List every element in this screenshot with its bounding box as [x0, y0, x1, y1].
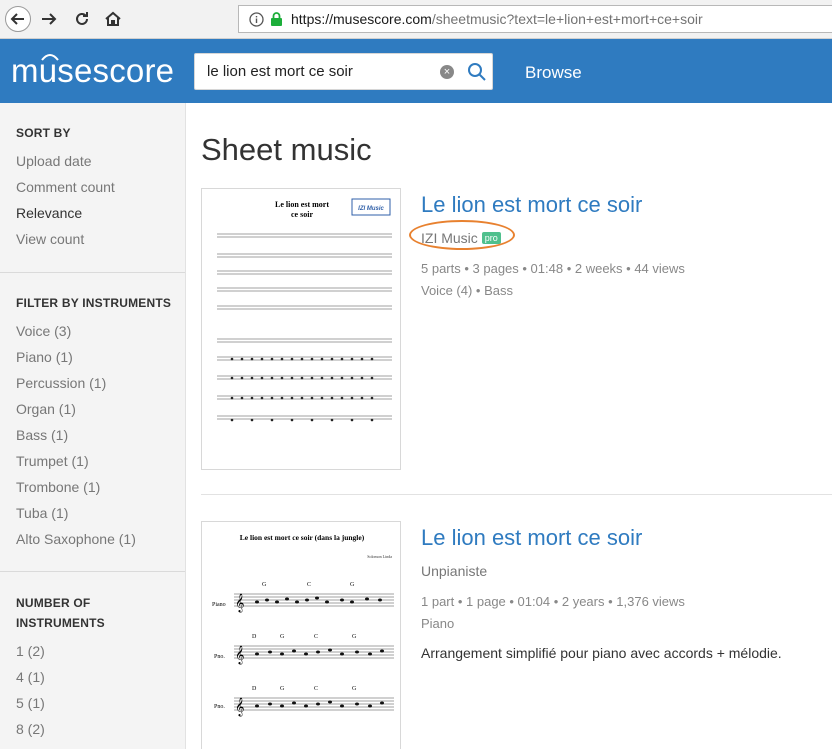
number-instruments-heading: NUMBER OF: [16, 596, 91, 610]
number-filter-4[interactable]: 4 (1): [16, 668, 45, 686]
search-input[interactable]: [195, 54, 435, 89]
number-filter-5[interactable]: 5 (1): [16, 694, 45, 712]
sort-relevance[interactable]: Relevance: [16, 204, 82, 222]
thumb-chord: D: [252, 634, 257, 640]
score-thumbnail[interactable]: Le lion est mort ce soir (dans la jungle…: [201, 521, 401, 749]
address-bar[interactable]: https://musescore.com/sheetmusic?text=le…: [238, 5, 832, 33]
sort-upload-date[interactable]: Upload date: [16, 152, 92, 170]
reload-icon: [76, 12, 88, 25]
score-author[interactable]: IZI Music pro: [409, 220, 515, 250]
home-icon: [105, 11, 121, 26]
thumb-chord: G: [350, 582, 355, 588]
filter-trumpet[interactable]: Trumpet (1): [16, 452, 89, 470]
score-author[interactable]: Unpianiste: [421, 563, 487, 579]
filter-tuba[interactable]: Tuba (1): [16, 504, 68, 522]
thumb-staff-label: Pno.: [214, 704, 225, 710]
thumb-chord: G: [352, 686, 357, 692]
page-title: Sheet music: [201, 132, 372, 167]
filter-piano[interactable]: Piano (1): [16, 348, 73, 366]
number-filter-8[interactable]: 8 (2): [16, 720, 45, 738]
thumb-subtitle: ce soir: [291, 210, 313, 219]
sidebar-divider: [0, 571, 185, 572]
info-icon[interactable]: [249, 11, 264, 27]
thumb-logo: IZI Music: [358, 206, 384, 212]
number-filter-1[interactable]: 1 (2): [16, 642, 45, 660]
sort-view-count[interactable]: View count: [16, 230, 84, 248]
filter-instruments-heading: FILTER BY INSTRUMENTS: [16, 296, 172, 310]
url-host: https://musescore.com: [291, 11, 432, 27]
result-divider: [201, 494, 832, 495]
sort-by-heading: SORT BY: [16, 126, 71, 140]
url-path: /sheetmusic?text=le+lion+est+mort+ce+soi…: [431, 11, 703, 27]
musescore-logo[interactable]: musescore: [11, 49, 174, 93]
score-instruments: Piano: [421, 616, 455, 631]
url-text: https://musescore.com/sheetmusic?text=le…: [291, 11, 703, 27]
search-box: ×: [194, 53, 493, 90]
filter-bass[interactable]: Bass (1): [16, 426, 68, 444]
thumb-chord: D: [252, 686, 257, 692]
number-instruments-heading-line2: INSTRUMENTS: [16, 616, 105, 630]
reload-button[interactable]: [69, 6, 95, 32]
svg-text:𝄞: 𝄞: [235, 593, 244, 613]
filter-voice[interactable]: Voice (3): [16, 322, 71, 340]
filter-organ[interactable]: Organ (1): [16, 400, 76, 418]
sheet-preview: Le lion est mort ce soir IZI Music: [217, 198, 392, 422]
search-button[interactable]: [467, 62, 487, 87]
browse-link[interactable]: Browse: [525, 63, 582, 83]
filter-percussion[interactable]: Percussion (1): [16, 374, 106, 392]
close-icon: ×: [443, 66, 451, 78]
site-header: musescore × Browse: [0, 39, 832, 103]
sidebar: SORT BY Upload date Comment count Releva…: [0, 103, 186, 749]
home-button[interactable]: [100, 6, 126, 32]
filter-trombone[interactable]: Trombone (1): [16, 478, 100, 496]
svg-text:𝄞: 𝄞: [235, 697, 244, 717]
sheet-preview: Le lion est mort ce soir (dans la jungle…: [212, 533, 394, 717]
svg-text:𝄞: 𝄞: [235, 645, 244, 665]
thumb-chord: C: [314, 686, 318, 692]
logo-mark-icon: [41, 54, 59, 61]
thumb-composer: Solomon Linda: [367, 554, 392, 559]
thumb-title: Le lion est mort ce soir (dans la jungle…: [240, 533, 365, 542]
score-thumbnail[interactable]: Le lion est mort ce soir IZI Music: [201, 188, 401, 470]
thumb-chord: G: [280, 634, 285, 640]
logo-text: musescore: [11, 52, 175, 89]
thumb-title: Le lion est mort: [275, 200, 329, 209]
clear-search-button[interactable]: ×: [440, 65, 454, 79]
thumb-chord: C: [307, 582, 311, 588]
score-meta: 5 parts • 3 pages • 01:48 • 2 weeks • 44…: [421, 261, 685, 276]
thumb-chord: G: [352, 634, 357, 640]
lock-icon: [271, 11, 282, 26]
arrow-left-icon: [10, 13, 24, 25]
thumb-staff-label: Pno.: [214, 654, 225, 660]
thumb-chord: G: [262, 582, 267, 588]
score-instruments: Voice (4) • Bass: [421, 283, 513, 298]
score-meta: 1 part • 1 page • 01:04 • 2 years • 1,37…: [421, 594, 685, 609]
search-icon: [468, 63, 486, 81]
thumb-chord: G: [280, 686, 285, 692]
sidebar-divider: [0, 272, 185, 273]
browser-toolbar: https://musescore.com/sheetmusic?text=le…: [0, 0, 832, 39]
arrow-right-icon: [42, 13, 57, 25]
forward-button[interactable]: [36, 6, 62, 32]
annotation-circle: [409, 220, 515, 250]
filter-alto-saxophone[interactable]: Alto Saxophone (1): [16, 530, 136, 548]
back-button[interactable]: [5, 6, 31, 32]
thumb-staff-label: Piano: [212, 602, 226, 608]
score-description: Arrangement simplifié pour piano avec ac…: [421, 645, 782, 661]
sort-comment-count[interactable]: Comment count: [16, 178, 115, 196]
thumb-chord: C: [314, 634, 318, 640]
score-title-link[interactable]: Le lion est mort ce soir: [421, 525, 642, 551]
score-title-link[interactable]: Le lion est mort ce soir: [421, 192, 642, 218]
